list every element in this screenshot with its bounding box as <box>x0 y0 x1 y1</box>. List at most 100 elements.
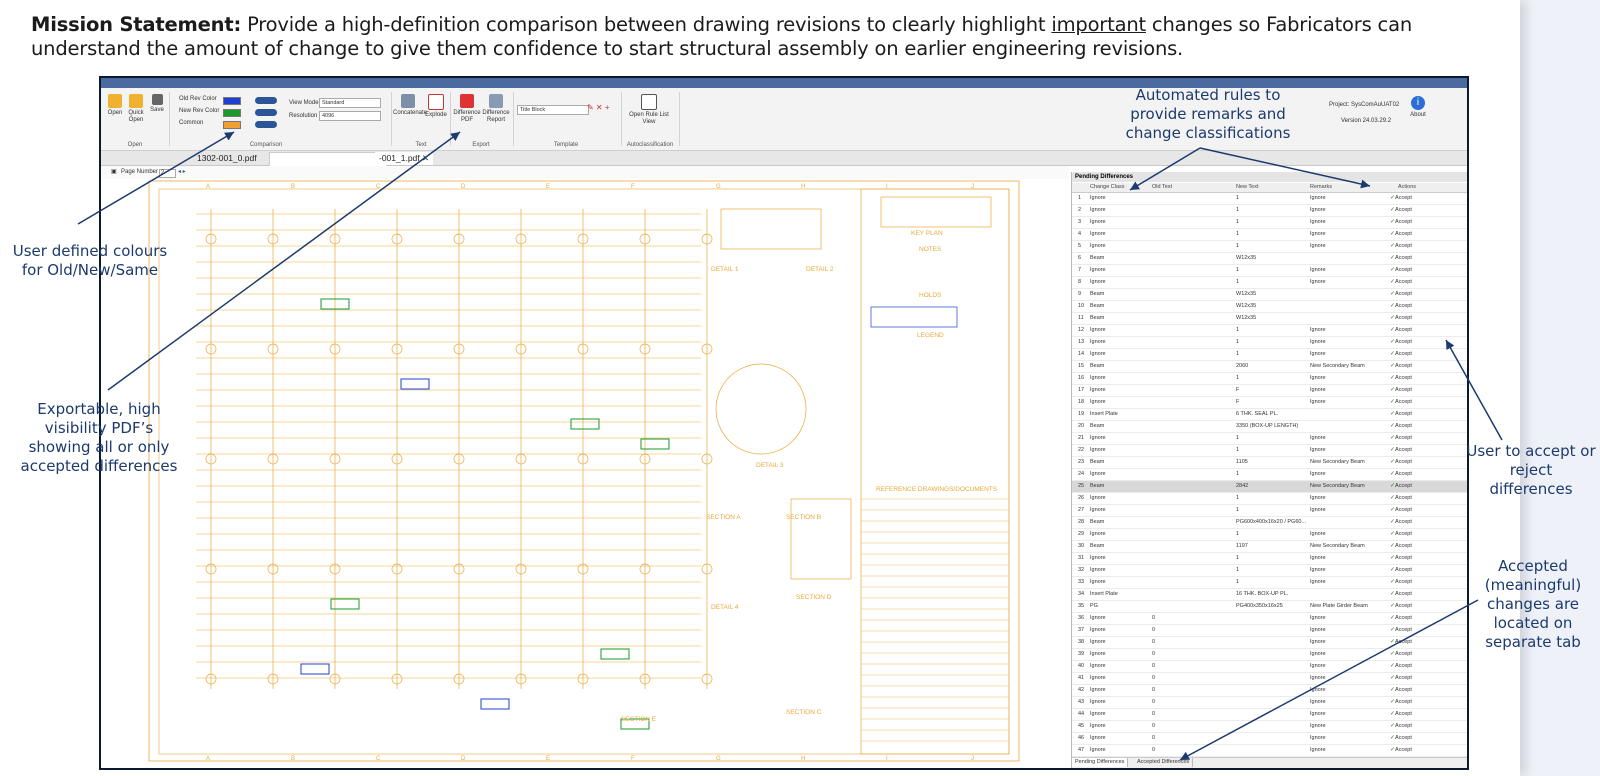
column-actions[interactable]: Actions <box>1398 183 1416 192</box>
accept-action[interactable]: Accept <box>1390 601 1440 612</box>
tab-old-revision[interactable]: 1302-001_0.pdf <box>193 152 261 165</box>
accept-action[interactable]: Accept <box>1390 649 1440 660</box>
accept-action[interactable]: Accept <box>1390 205 1440 216</box>
accept-action[interactable]: Accept <box>1390 469 1440 480</box>
accept-action[interactable]: Accept <box>1390 613 1440 624</box>
open-rule-list-button[interactable]: Open Rule List View <box>629 94 669 126</box>
accept-action[interactable]: Accept <box>1390 577 1440 588</box>
accept-action[interactable]: Accept <box>1390 313 1440 324</box>
column-new-text[interactable]: New Text <box>1236 183 1259 192</box>
table-row[interactable]: 9 Beam W12x35 Accept <box>1072 289 1467 301</box>
table-row[interactable]: 17 Ignore F Ignore Accept <box>1072 385 1467 397</box>
table-row[interactable]: 5 Ignore 1 Ignore Accept <box>1072 241 1467 253</box>
accept-action[interactable]: Accept <box>1390 505 1440 516</box>
table-row[interactable]: 15 Beam 2060 New Secondary Beam Accept <box>1072 361 1467 373</box>
table-row[interactable]: 45 Ignore 0 Ignore Accept <box>1072 721 1467 733</box>
template-edit-icon[interactable]: ✎ ✕ + <box>587 104 610 112</box>
accept-action[interactable]: Accept <box>1390 409 1440 420</box>
difference-pdf-button[interactable]: Difference PDF <box>453 94 481 124</box>
table-row[interactable]: 4 Ignore 1 Ignore Accept <box>1072 229 1467 241</box>
accept-action[interactable]: Accept <box>1390 541 1440 552</box>
accept-action[interactable]: Accept <box>1390 253 1440 264</box>
accept-action[interactable]: Accept <box>1390 265 1440 276</box>
explode-button[interactable]: Explode <box>425 94 447 119</box>
table-row[interactable]: 16 Ignore 1 Ignore Accept <box>1072 373 1467 385</box>
accept-action[interactable]: Accept <box>1390 217 1440 228</box>
accept-action[interactable]: Accept <box>1390 229 1440 240</box>
accept-action[interactable]: Accept <box>1390 349 1440 360</box>
new-rev-toggle[interactable] <box>255 109 277 116</box>
accept-action[interactable]: Accept <box>1390 421 1440 432</box>
accept-action[interactable]: Accept <box>1390 589 1440 600</box>
accept-action[interactable]: Accept <box>1390 457 1440 468</box>
save-button[interactable]: Save <box>149 94 165 114</box>
accept-action[interactable]: Accept <box>1390 433 1440 444</box>
column-old-text[interactable]: Old Text <box>1152 183 1172 192</box>
table-row[interactable]: 25 Beam 2842 New Secondary Beam Accept <box>1072 481 1467 493</box>
column-remarks[interactable]: Remarks <box>1310 183 1332 192</box>
accept-action[interactable]: Accept <box>1390 733 1440 744</box>
accept-action[interactable]: Accept <box>1390 445 1440 456</box>
concatenate-button[interactable]: Concatenate <box>393 94 427 117</box>
table-row[interactable]: 35 PG PG400x350x16x25 New Plate Girder Beam… <box>1072 601 1467 613</box>
resolution-select[interactable]: 4096 <box>319 111 381 121</box>
accept-action[interactable]: Accept <box>1390 685 1440 696</box>
table-row[interactable]: 33 Ignore 1 Ignore Accept <box>1072 577 1467 589</box>
table-row[interactable]: 7 Ignore 1 Ignore Accept <box>1072 265 1467 277</box>
accept-action[interactable]: Accept <box>1390 277 1440 288</box>
accept-action[interactable]: Accept <box>1390 745 1440 756</box>
difference-report-button[interactable]: Difference Report <box>482 94 510 124</box>
accept-action[interactable]: Accept <box>1390 241 1440 252</box>
accept-action[interactable]: Accept <box>1390 769 1440 770</box>
table-row[interactable]: 8 Ignore 1 Ignore Accept <box>1072 277 1467 289</box>
table-row[interactable]: 20 Beam 3350 (BOX-UP LENGTH) Accept <box>1072 421 1467 433</box>
common-color-picker[interactable] <box>223 121 241 129</box>
table-row[interactable]: 43 Ignore 0 Ignore Accept <box>1072 697 1467 709</box>
table-row[interactable]: 6 Beam W12x35 Accept <box>1072 253 1467 265</box>
table-row[interactable]: 21 Ignore 1 Ignore Accept <box>1072 433 1467 445</box>
table-row[interactable]: 41 Ignore 0 Ignore Accept <box>1072 673 1467 685</box>
table-row[interactable]: 39 Ignore 0 Ignore Accept <box>1072 649 1467 661</box>
accept-action[interactable]: Accept <box>1390 325 1440 336</box>
table-row[interactable]: 1 Ignore 1 Ignore Accept <box>1072 193 1467 205</box>
drawing-canvas[interactable]: A A B B C C D D E E F F G G H H I I J J KEY PLAN NOTES HOLDS LE… <box>101 179 1069 768</box>
table-row[interactable]: 37 Ignore 0 Ignore Accept <box>1072 625 1467 637</box>
accept-action[interactable]: Accept <box>1390 493 1440 504</box>
page-nav-icon[interactable]: ◂ ▸ <box>178 166 186 179</box>
table-row[interactable]: 18 Ignore F Ignore Accept <box>1072 397 1467 409</box>
table-row[interactable]: 27 Ignore 1 Ignore Accept <box>1072 505 1467 517</box>
table-row[interactable]: 30 Beam 1197 New Secondary Beam Accept <box>1072 541 1467 553</box>
accept-action[interactable]: Accept <box>1390 529 1440 540</box>
table-row[interactable]: 22 Ignore 1 Ignore Accept <box>1072 445 1467 457</box>
accept-action[interactable]: Accept <box>1390 709 1440 720</box>
old-rev-toggle[interactable] <box>255 97 277 104</box>
accept-action[interactable]: Accept <box>1390 301 1440 312</box>
accept-action[interactable]: Accept <box>1390 385 1440 396</box>
common-toggle[interactable] <box>255 121 277 128</box>
table-row[interactable]: 11 Beam W12x35 Accept <box>1072 313 1467 325</box>
accept-action[interactable]: Accept <box>1390 553 1440 564</box>
table-row[interactable]: 19 Insert Plate 6 THK. SEAL PL. Accept <box>1072 409 1467 421</box>
page-number-input[interactable]: 2 <box>159 169 176 178</box>
table-row[interactable]: 23 Beam 1105 New Secondary Beam Accept <box>1072 457 1467 469</box>
table-row[interactable]: 31 Ignore 1 Ignore Accept <box>1072 553 1467 565</box>
view-mode-select[interactable]: Standard <box>319 98 381 108</box>
about-button[interactable]: i About <box>1407 96 1429 119</box>
table-row[interactable]: 46 Ignore 0 Ignore Accept <box>1072 733 1467 745</box>
table-row[interactable]: 3 Ignore 1 Ignore Accept <box>1072 217 1467 229</box>
accept-action[interactable]: Accept <box>1390 721 1440 732</box>
table-row[interactable]: 14 Ignore 1 Ignore Accept <box>1072 349 1467 361</box>
accept-action[interactable]: Accept <box>1390 625 1440 636</box>
close-icon[interactable]: ✕ <box>422 153 429 163</box>
quick-open-button[interactable]: Quick Open <box>125 94 147 124</box>
accept-action[interactable]: Accept <box>1390 517 1440 528</box>
accept-action[interactable]: Accept <box>1390 565 1440 576</box>
open-button[interactable]: Open <box>105 94 125 117</box>
accept-action[interactable]: Accept <box>1390 637 1440 648</box>
table-row[interactable]: 32 Ignore 1 Ignore Accept <box>1072 565 1467 577</box>
table-row[interactable]: 13 Ignore 1 Ignore Accept <box>1072 337 1467 349</box>
table-row[interactable]: 29 Ignore 1 Ignore Accept <box>1072 529 1467 541</box>
accept-action[interactable]: Accept <box>1390 361 1440 372</box>
accept-action[interactable]: Accept <box>1390 373 1440 384</box>
table-row[interactable]: 44 Ignore 0 Ignore Accept <box>1072 709 1467 721</box>
